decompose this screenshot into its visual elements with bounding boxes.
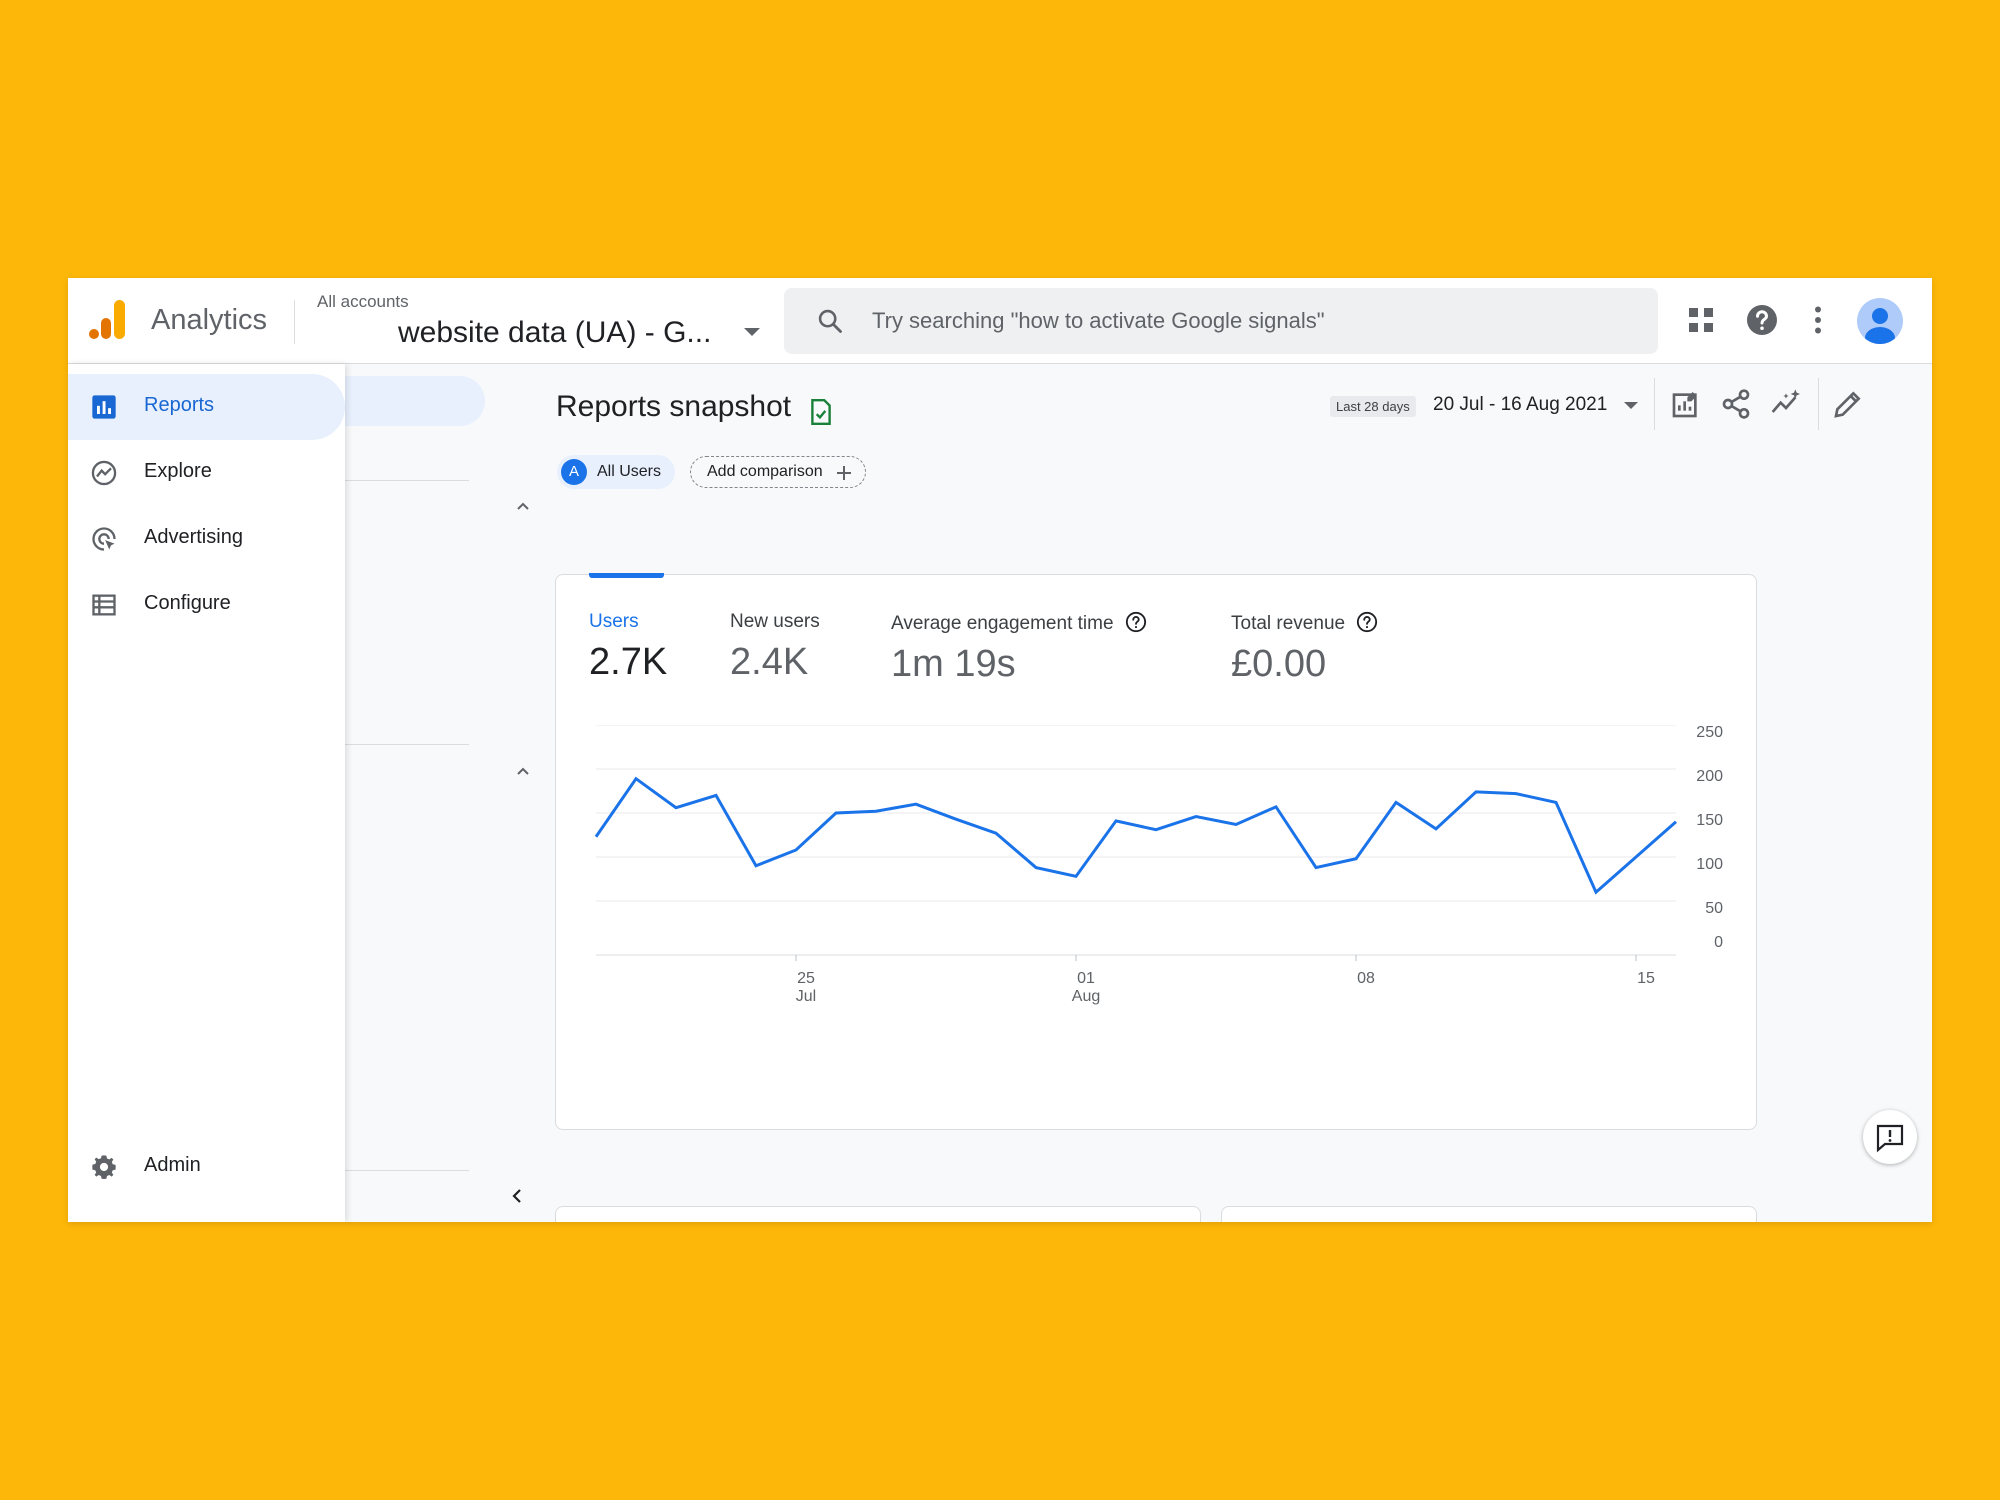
search-icon — [818, 309, 842, 333]
nav-item-explore[interactable]: Explore — [68, 440, 345, 506]
account-label: All accounts — [317, 292, 409, 311]
selected-metric-indicator — [589, 573, 664, 578]
y-tick-label: 100 — [1696, 856, 1723, 873]
nav-item-label: Advertising — [144, 526, 243, 548]
advertising-icon — [92, 527, 116, 551]
nav-item-label: Configure — [144, 592, 231, 614]
customize-report-icon[interactable] — [1670, 388, 1702, 420]
reports-icon — [92, 395, 116, 419]
help-outline-icon[interactable] — [1356, 611, 1378, 633]
search-bar[interactable]: Try searching "how to activate Google si… — [784, 288, 1658, 354]
metric-value: 1m 19s — [891, 643, 1016, 685]
avatar[interactable] — [1857, 298, 1903, 344]
caret-down-icon[interactable] — [744, 328, 760, 336]
add-comparison-button[interactable]: Add comparison — [690, 456, 866, 488]
page-title: Reports snapshot — [556, 390, 792, 423]
metric-value: £0.00 — [1231, 643, 1327, 685]
caret-down-icon[interactable] — [1624, 402, 1638, 409]
y-tick-label: 0 — [1714, 934, 1723, 951]
chevron-up-icon[interactable] — [513, 496, 533, 516]
analytics-logo[interactable] — [88, 298, 128, 342]
y-tick-label: 200 — [1696, 768, 1723, 785]
analytics-window: Analytics All accounts website data (UA)… — [68, 278, 1932, 1222]
account-avatar-icon — [1865, 308, 1895, 344]
x-tick-label: Jul — [796, 988, 816, 1005]
x-tick-label: 01 — [1077, 970, 1095, 987]
left-nav: Reports Explore Advertising Configure Ad… — [68, 364, 345, 1222]
nav-item-advertising[interactable]: Advertising — [68, 506, 345, 572]
metric-users[interactable]: Users 2.7K — [589, 611, 667, 684]
metric-engagement-time[interactable]: Average engagement time 1m 19s — [891, 611, 1147, 686]
edit-pencil-icon[interactable] — [1832, 388, 1864, 420]
divider — [1654, 378, 1655, 430]
x-tick-label: 25 — [797, 970, 815, 987]
nav-item-label: Reports — [144, 394, 215, 416]
top-bar: Analytics All accounts website data (UA)… — [68, 278, 1932, 364]
y-tick-label: 250 — [1696, 725, 1723, 741]
y-tick-label: 150 — [1696, 812, 1723, 829]
apps-grid-icon[interactable] — [1683, 302, 1719, 338]
account-selector[interactable]: website data (UA) - G... — [398, 316, 711, 350]
chevron-left-icon[interactable] — [507, 1186, 527, 1206]
date-range-badge: Last 28 days — [1330, 396, 1416, 417]
users-series-line — [594, 776, 1677, 895]
date-range-selector[interactable]: 20 Jul - 16 Aug 2021 — [1433, 394, 1607, 416]
plus-icon — [836, 466, 851, 480]
saved-report-icon[interactable] — [808, 398, 834, 426]
explore-icon — [91, 460, 117, 486]
nav-item-configure[interactable]: Configure — [68, 572, 345, 638]
metric-label: Average engagement time — [891, 613, 1114, 634]
configure-icon — [92, 594, 116, 616]
divider — [294, 300, 295, 344]
overview-card: Users 2.7K New users 2.4K Average engage… — [555, 573, 1757, 1130]
y-tick-label: 50 — [1705, 900, 1723, 917]
chevron-up-icon[interactable] — [513, 761, 533, 781]
x-tick-label: 15 — [1637, 970, 1655, 987]
nav-item-label: Explore — [144, 460, 212, 482]
metric-label: Users — [589, 611, 639, 632]
help-icon[interactable] — [1744, 302, 1780, 338]
share-icon[interactable] — [1720, 388, 1752, 420]
divider — [1818, 378, 1819, 430]
users-line-chart: 250 200 150 100 50 0 25Jul 01Aug 08 15 — [594, 725, 1723, 1005]
help-outline-icon[interactable] — [1125, 611, 1147, 633]
all-users-chip[interactable]: A All Users — [557, 455, 676, 489]
chip-label: Add comparison — [707, 463, 823, 480]
divider — [345, 480, 469, 481]
metric-label: New users — [730, 611, 820, 632]
search-placeholder[interactable]: Try searching "how to activate Google si… — [872, 308, 1325, 334]
metric-value: 2.4K — [730, 641, 809, 683]
metric-total-revenue[interactable]: Total revenue £0.00 — [1231, 611, 1378, 686]
nav-item-label: Admin — [144, 1154, 201, 1176]
feedback-icon — [1876, 1124, 1904, 1153]
report-card — [1221, 1206, 1757, 1222]
x-tick-label: 08 — [1357, 970, 1375, 987]
nav-item-reports[interactable]: Reports — [68, 374, 345, 440]
metric-label: Total revenue — [1231, 613, 1346, 634]
report-nav-column — [345, 364, 545, 1222]
segment-letter-badge: A — [561, 459, 587, 485]
metric-value: 2.7K — [589, 641, 668, 683]
divider — [345, 744, 469, 745]
x-tick-label: Aug — [1072, 988, 1100, 1005]
report-card — [555, 1206, 1201, 1222]
nav-item-admin[interactable]: Admin — [68, 1134, 345, 1200]
report-nav-selected[interactable] — [345, 376, 485, 426]
insights-icon[interactable] — [1770, 388, 1802, 420]
metric-new-users[interactable]: New users 2.4K — [730, 611, 820, 684]
divider — [345, 1170, 469, 1171]
gear-icon — [92, 1155, 116, 1180]
app-name: Analytics — [151, 304, 268, 336]
more-vert-icon[interactable] — [1800, 302, 1836, 338]
feedback-button[interactable] — [1863, 1110, 1917, 1164]
chip-label: All Users — [597, 463, 662, 480]
